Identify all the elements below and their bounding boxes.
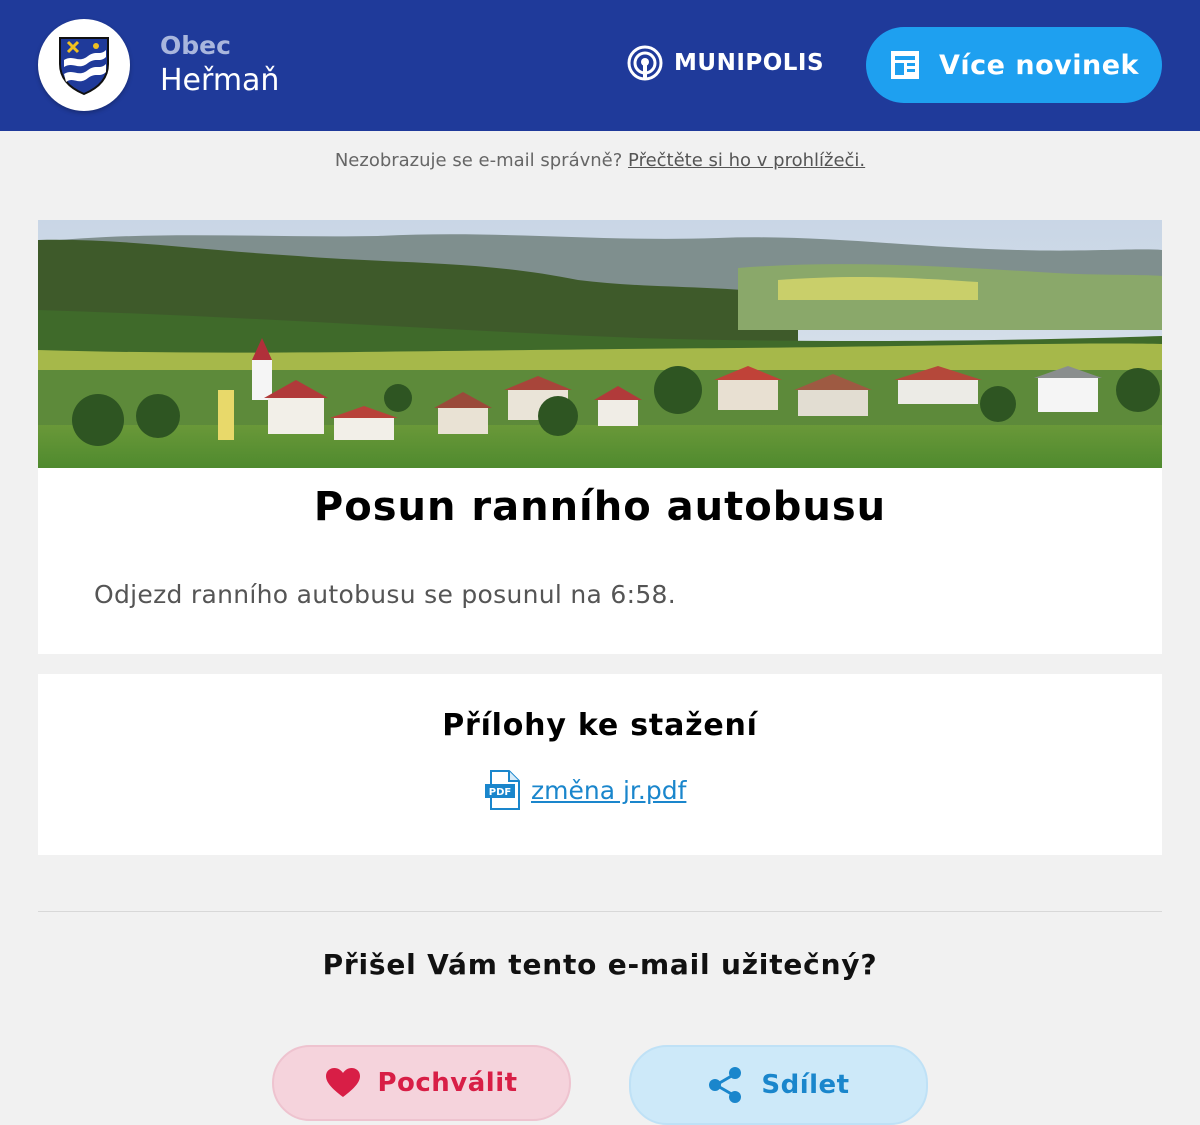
broadcast-icon <box>627 45 663 81</box>
news-icon <box>891 51 919 79</box>
share-label: Sdílet <box>761 1070 850 1100</box>
attachment-link[interactable]: PDF změna jr.pdf <box>485 768 686 812</box>
article-title: Posun ranního autobusu <box>313 484 887 530</box>
village-landscape-image <box>38 220 1162 468</box>
attachments-title: Přílohy ke stažení <box>442 708 758 743</box>
praise-label: Pochválit <box>377 1068 518 1098</box>
svg-text:PDF: PDF <box>489 787 511 798</box>
view-in-browser-link[interactable]: Přečtěte si ho v prohlížeči. <box>628 150 865 171</box>
attachment-filename: změna jr.pdf <box>531 775 687 805</box>
feedback-question: Přišel Vám tento e-mail užitečný? <box>322 948 878 981</box>
coat-of-arms-icon <box>59 37 109 96</box>
more-news-label: Více novinek <box>939 49 1139 81</box>
view-in-browser-notice: Nezobrazuje se e-mail správně? Přečtěte … <box>0 150 1200 171</box>
heart-icon <box>326 1068 361 1097</box>
share-icon <box>709 1067 742 1103</box>
praise-button[interactable]: Pochválit <box>272 1045 571 1121</box>
article-body: Odjezd ranního autobusu se posunul na 6:… <box>94 580 676 609</box>
share-button[interactable]: Sdílet <box>629 1045 928 1125</box>
provider-name: MUNIPOLIS <box>674 50 825 76</box>
municipality-name: Obec Heřmaň <box>160 30 279 100</box>
notice-text: Nezobrazuje se e-mail správně? <box>334 150 623 171</box>
more-news-button[interactable]: Více novinek <box>866 27 1162 103</box>
municipality-logo[interactable] <box>38 19 130 111</box>
pdf-file-icon: PDF <box>485 770 520 810</box>
email-header: Obec Heřmaň MUNIPOLIS Více novinek <box>0 0 1200 131</box>
provider-logo[interactable]: MUNIPOLIS <box>626 44 824 82</box>
brand-name: Heřmaň <box>160 63 280 98</box>
section-divider <box>38 911 1162 912</box>
hero-image <box>38 220 1162 468</box>
attachments-card <box>38 674 1162 855</box>
brand-type: Obec <box>160 31 231 60</box>
